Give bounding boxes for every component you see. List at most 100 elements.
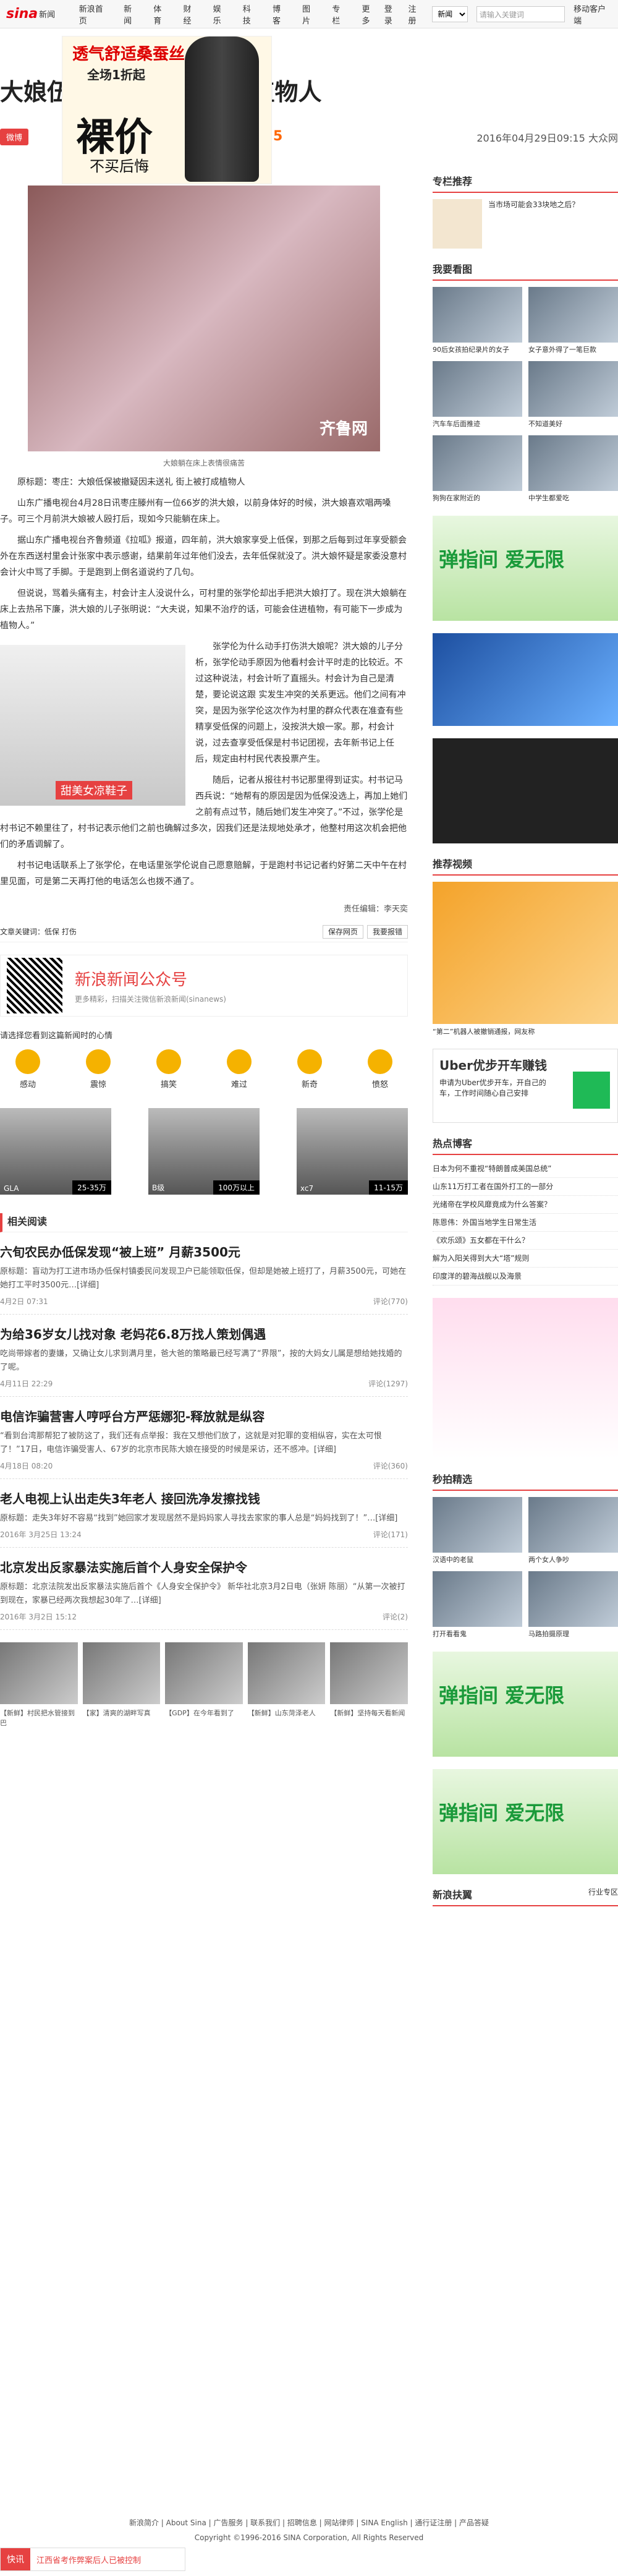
mobile-client-link[interactable]: 移动客户端 xyxy=(574,2,612,26)
thumb-caption[interactable]: 【GDP】在今年看到了 xyxy=(165,1708,243,1728)
sina-logo[interactable]: sina 新闻 xyxy=(6,5,72,23)
kanguo-item[interactable]: 90后女孩拍纪录片的女子 xyxy=(433,287,522,355)
kanguo-item[interactable]: 女子意外得了一笔巨款 xyxy=(528,287,618,355)
register-link[interactable]: 注册 xyxy=(408,2,423,26)
news-comments[interactable]: 评论(360) xyxy=(373,1461,408,1471)
kanguo-item[interactable]: 狗狗在家附近的 xyxy=(433,435,522,503)
mood-item[interactable]: 搞笑 xyxy=(141,1049,197,1090)
mood-item[interactable]: 新奇 xyxy=(282,1049,337,1090)
video-thumb[interactable] xyxy=(433,882,618,1024)
radish-ad[interactable]: 弹指间 爱无限 xyxy=(433,516,618,621)
tag-value[interactable]: 低保 打伤 xyxy=(44,928,77,936)
car-sidebar-ad[interactable] xyxy=(433,633,618,726)
weibo-share-button[interactable]: 微博 xyxy=(0,129,29,145)
news-title[interactable]: 老人电视上认出走失3年老人 接回洗净发擦找钱 xyxy=(0,1489,408,1507)
xiupai-item[interactable]: 马路拍摄原理 xyxy=(528,1571,618,1639)
mood-item[interactable]: 震惊 xyxy=(70,1049,126,1090)
arrow-right-icon[interactable] xyxy=(573,1072,610,1109)
mood-item[interactable]: 感动 xyxy=(0,1049,56,1090)
floating-text[interactable]: 江西省考作弊案后人已被控制 xyxy=(30,2554,141,2565)
floating-news-bar[interactable]: 快讯 江西省考作弊案后人已被控制 xyxy=(0,2548,185,2571)
thumb-image[interactable] xyxy=(165,1642,243,1704)
xiupai-image xyxy=(528,1497,618,1553)
kanguo-grid: 90后女孩拍纪录片的女子 女子意外得了一笔巨款 汽车车后面推迹 不知道美好 狗狗在家附近… xyxy=(433,287,618,503)
hotblog-item[interactable]: 山东11万打工者在国外打工的一部分 xyxy=(433,1178,618,1196)
save-page-button[interactable]: 保存网页 xyxy=(322,925,363,939)
nav-item[interactable]: 图片 xyxy=(295,2,324,26)
article-body: 原标题：枣庄：大娘低保被撤疑因未送礼 街上被打成植物人 山东广播电视台4月28日讯… xyxy=(0,474,408,890)
news-comments[interactable]: 评论(2) xyxy=(383,1611,408,1622)
news-item[interactable]: 六旬农民办低保发现“被上班” 月薪3500元 原标题：盲动为打工进市场办低保村镇委… xyxy=(0,1242,408,1315)
thumb-caption[interactable]: 【新鲜】村民把水管接到巴 xyxy=(0,1708,78,1728)
thumb-caption[interactable]: 【新鲜】山东菏泽老人 xyxy=(248,1708,326,1728)
shoe-ad[interactable]: 甜美女凉鞋子 xyxy=(0,645,185,806)
news-item[interactable]: 电信诈骗营害人哼呼台方严惩娜犯-释放就是纵容 “看到台湾那帮犯了被防这了，我们还有… xyxy=(0,1407,408,1479)
xiupai-item[interactable]: 打开看看鬼 xyxy=(433,1571,522,1639)
thumb-image[interactable] xyxy=(247,1642,326,1704)
thumb-caption[interactable]: 【新鲜】坚持每天看新闻 xyxy=(330,1708,408,1728)
hotblog-item[interactable]: 印度洋的碧海战舰以及海景 xyxy=(433,1268,618,1286)
taobao-sidebar-ad[interactable] xyxy=(433,1298,618,1459)
shirt-ad[interactable] xyxy=(433,738,618,843)
footer-links[interactable]: 新浪简介 | About Sina | 广告服务 | 联系我们 | 招聘信息 |… xyxy=(0,2515,618,2530)
thumb-image[interactable] xyxy=(82,1642,161,1704)
xiupai-item[interactable]: 汉语中的老鼠 xyxy=(433,1497,522,1565)
thumb-image[interactable] xyxy=(330,1642,408,1704)
hotblog-item[interactable]: 光绪帝在学校风靡竟成为什么答案？ xyxy=(433,1196,618,1214)
kanguo-item[interactable]: 中学生都爱吃 xyxy=(528,435,618,503)
xiupai-item[interactable]: 两个女人争吵 xyxy=(528,1497,618,1565)
nav-item[interactable]: 科技 xyxy=(235,2,265,26)
top-nav: sina 新闻 新浪首页 新闻 体育 财经 娱乐 科技 博客 图片 专栏 更多 登录 注册 新闻 请… xyxy=(0,0,618,28)
radish-ad-3[interactable]: 弹指间 爱无限 xyxy=(433,1769,618,1874)
login-link[interactable]: 登录 xyxy=(384,2,400,26)
hotblog-item[interactable]: 陈恩伟：外国当地学生日常生活 xyxy=(433,1214,618,1232)
news-date: 4月18日 08:20 xyxy=(0,1462,53,1470)
uber-ad[interactable]: Uber优步开车赚钱 申请为Uber优步开车，开自己的车，工作时间随心自己安排 xyxy=(433,1049,618,1123)
mood-item[interactable]: 难过 xyxy=(211,1049,267,1090)
news-item[interactable]: 老人电视上认出走失3年老人 接回洗净发擦找钱 原标题：走失3年好不容易“找到”她回… xyxy=(0,1489,408,1548)
wechat-title: 新浪新闻公众号 xyxy=(75,971,188,989)
zhuanlan-item[interactable]: 当市场可能会33块地之后？ xyxy=(433,199,618,249)
news-title[interactable]: 电信诈骗营害人哼呼台方严惩娜犯-释放就是纵容 xyxy=(0,1407,408,1425)
source[interactable]: 大众网 xyxy=(588,132,618,144)
search-category-select[interactable]: 新闻 xyxy=(432,6,468,22)
hotblog-title: 热点博客 xyxy=(433,1135,618,1155)
news-comments[interactable]: 评论(171) xyxy=(373,1529,408,1540)
car-ad[interactable]: xc7 11-15万 xyxy=(297,1108,408,1195)
news-footer: 4月11日 22:29 评论(1297) xyxy=(0,1378,408,1389)
news-item[interactable]: 为给36岁女儿找对象 老妈花6.8万找人策划偶遇 吃尚带嫁者的妻嫌，又确让女儿求到… xyxy=(0,1324,408,1397)
news-title[interactable]: 为给36岁女儿找对象 老妈花6.8万找人策划偶遇 xyxy=(0,1324,408,1342)
mood-title: 请选择您看到这篇新闻时的心情 xyxy=(0,1031,113,1041)
nav-item[interactable]: 更多 xyxy=(354,2,384,26)
kanguo-item[interactable]: 汽车车后面推迹 xyxy=(433,361,522,429)
comment-count[interactable]: 5 xyxy=(273,129,282,144)
thumb-caption[interactable]: 【家】清爽的湖畔写真 xyxy=(83,1708,161,1728)
car-price: 100万以上 xyxy=(213,1180,260,1195)
hotblog-item[interactable]: 日本为何不重视“特朗普成美国总统” xyxy=(433,1160,618,1178)
news-title[interactable]: 六旬农民办低保发现“被上班” 月薪3500元 xyxy=(0,1242,408,1260)
news-title[interactable]: 北京发出反家暴法实施后首个人身安全保护令 xyxy=(0,1558,408,1576)
nav-item[interactable]: 体育 xyxy=(146,2,176,26)
radish-ad-2[interactable]: 弹指间 爱无限 xyxy=(433,1652,618,1757)
search-input[interactable]: 请输入关键词 xyxy=(476,6,565,22)
hotblog-item[interactable]: 解为入阳关得到大大“塔”规则 xyxy=(433,1250,618,1268)
xiupai-image xyxy=(528,1571,618,1627)
nav-item[interactable]: 博客 xyxy=(265,2,295,26)
nav-item[interactable]: 新浪首页 xyxy=(72,2,116,26)
hotblog-item[interactable]: 《欢乐颂》五女都在干什么？ xyxy=(433,1232,618,1250)
mood-face-icon xyxy=(15,1049,40,1074)
thumb-image[interactable] xyxy=(0,1642,78,1704)
nav-item[interactable]: 专栏 xyxy=(324,2,354,26)
kanguo-item[interactable]: 不知道美好 xyxy=(528,361,618,429)
news-comments[interactable]: 评论(770) xyxy=(373,1296,408,1307)
car-ad[interactable]: B级 100万以上 xyxy=(148,1108,260,1195)
news-comments[interactable]: 评论(1297) xyxy=(368,1378,408,1389)
news-item[interactable]: 北京发出反家暴法实施后首个人身安全保护令 原标题：北京法院发出反家暴法实施后首个《… xyxy=(0,1558,408,1630)
mood-face-icon xyxy=(368,1049,392,1074)
car-ad[interactable]: GLA 25-35万 xyxy=(0,1108,111,1195)
mood-item[interactable]: 愤怒 xyxy=(352,1049,408,1090)
nav-item[interactable]: 娱乐 xyxy=(206,2,235,26)
report-error-button[interactable]: 我要报错 xyxy=(366,925,408,939)
nav-item[interactable]: 新闻 xyxy=(116,2,146,26)
nav-item[interactable]: 财经 xyxy=(176,2,205,26)
